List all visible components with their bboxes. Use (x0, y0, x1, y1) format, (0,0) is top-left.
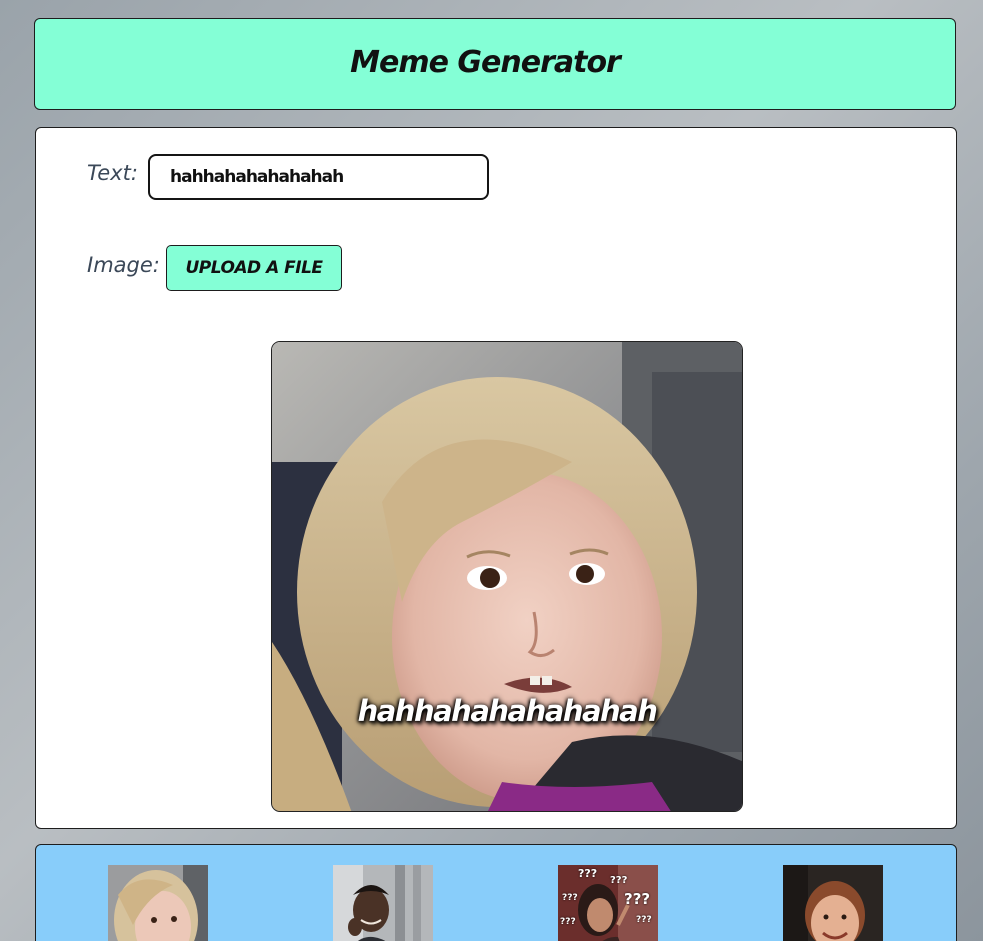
thumbnail-side-eye-girl[interactable] (108, 865, 208, 941)
app-header: Meme Generator (34, 18, 956, 110)
thumbnail-smiling-boy[interactable] (783, 865, 883, 941)
editor-panel: Text: Image: UPLOAD A FILE (35, 127, 957, 829)
thumbnail-image (108, 865, 208, 941)
thumbnail-confused-woman[interactable]: ??? ??? ??? ??? ??? ??? (558, 865, 658, 941)
question-marks-text: ??? (610, 875, 628, 886)
meme-image (272, 342, 742, 811)
page-title: Meme Generator (350, 44, 621, 80)
meme-preview: hahhahahahahahah (271, 341, 743, 812)
question-marks-text: ??? (624, 890, 651, 908)
question-marks-text: ??? (578, 867, 598, 880)
question-marks-text: ??? (636, 915, 652, 925)
meme-caption: hahhahahahahahah (357, 694, 658, 728)
image-label: Image: (87, 253, 160, 277)
thumbnail-thinking-man[interactable] (333, 865, 433, 941)
thumbnail-image (783, 865, 883, 941)
meme-text-input[interactable] (148, 154, 489, 200)
question-marks-text: ??? (560, 917, 576, 927)
image-gallery: ??? ??? ??? ??? ??? ??? (35, 844, 957, 941)
question-marks-text: ??? (562, 893, 578, 903)
thumbnail-image (333, 865, 433, 941)
text-label: Text: (87, 161, 138, 185)
upload-file-button[interactable]: UPLOAD A FILE (166, 245, 342, 291)
